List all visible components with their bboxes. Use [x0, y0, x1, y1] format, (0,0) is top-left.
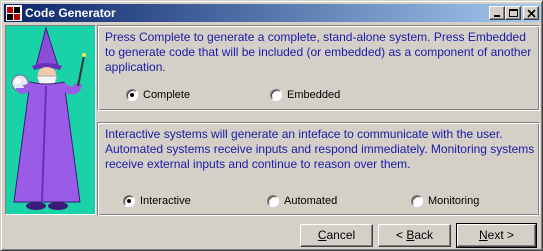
cancel-button[interactable]: Cancel: [300, 224, 373, 247]
wizard-illustration: [11, 26, 86, 210]
next-button[interactable]: Next >: [456, 223, 537, 248]
radio-unselected-icon: [270, 89, 282, 101]
code-generator-window: Code Generator Press Complete to generat…: [0, 0, 543, 251]
close-icon: [527, 9, 536, 18]
window-title: Code Generator: [25, 6, 116, 20]
maximize-icon: [509, 9, 518, 17]
embedded-radio[interactable]: Embedded: [270, 88, 340, 102]
maximize-button[interactable]: [505, 6, 521, 20]
back-label: ack: [414, 228, 434, 242]
minimize-button[interactable]: [489, 6, 505, 20]
radio-selected-icon: [123, 195, 135, 207]
app-icon: [6, 5, 22, 21]
automated-label: Automated: [284, 195, 338, 207]
back-button[interactable]: < Back: [378, 224, 451, 247]
minimize-icon: [494, 15, 500, 17]
wizard-panel: [5, 25, 96, 215]
next-mnemonic: N: [478, 228, 488, 242]
system-type-description: Press Complete to generate a complete, s…: [105, 30, 532, 74]
interaction-type-description: Interactive systems will generate an int…: [105, 127, 535, 171]
complete-radio[interactable]: Complete: [126, 88, 190, 102]
title-bar[interactable]: Code Generator: [4, 4, 541, 22]
interactive-label: Interactive: [140, 195, 191, 207]
monitoring-radio[interactable]: Monitoring: [411, 194, 479, 208]
back-prefix: <: [395, 228, 407, 242]
radio-unselected-icon: [411, 195, 423, 207]
interaction-type-group: Interactive systems will generate an int…: [97, 122, 540, 216]
embedded-label: Embedded: [287, 89, 341, 101]
radio-selected-icon: [126, 89, 138, 101]
monitoring-label: Monitoring: [428, 195, 480, 207]
automated-radio[interactable]: Automated: [267, 194, 337, 208]
cancel-label: ancel: [326, 228, 356, 242]
complete-label: Complete: [143, 89, 191, 101]
next-label: ext >: [487, 228, 515, 242]
close-button[interactable]: [523, 6, 539, 20]
system-type-group: Press Complete to generate a complete, s…: [97, 25, 540, 111]
interactive-radio[interactable]: Interactive: [123, 194, 191, 208]
radio-unselected-icon: [267, 195, 279, 207]
